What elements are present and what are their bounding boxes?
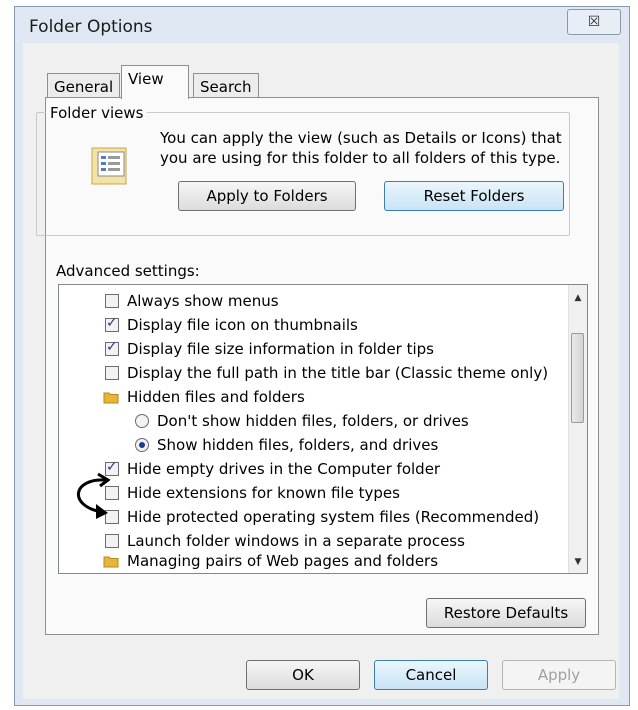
restore-defaults-button[interactable]: Restore Defaults <box>426 598 586 628</box>
list-item-label: Hide extensions for known file types <box>127 484 400 502</box>
window-title: Folder Options <box>29 17 153 37</box>
list-item-file-size-info[interactable]: Display file size information in folder … <box>105 337 434 361</box>
list-item-label: Show hidden files, folders, and drives <box>157 436 439 454</box>
list-item-label: Hide protected operating system files (R… <box>127 508 540 526</box>
folder-details-icon <box>91 147 127 185</box>
list-item-hide-protected-files[interactable]: Hide protected operating system files (R… <box>105 505 539 529</box>
checkbox[interactable] <box>105 294 119 308</box>
close-button[interactable]: ☒ <box>567 9 621 35</box>
list-item-label: Hidden files and folders <box>127 388 305 406</box>
list-item-label: Launch folder windows in a separate proc… <box>127 532 465 550</box>
cancel-button[interactable]: Cancel <box>374 660 488 690</box>
tab-search[interactable]: Search <box>193 73 259 99</box>
apply-button[interactable]: Apply <box>502 660 616 690</box>
list-item-label: Managing pairs of Web pages and folders <box>127 552 439 570</box>
scroll-up-arrow-icon[interactable]: ▲ <box>569 289 587 307</box>
ok-button[interactable]: OK <box>246 660 360 690</box>
advanced-settings-list[interactable]: Always show menus Display file icon on t… <box>58 284 588 574</box>
curved-arrow-annotation-icon <box>77 472 111 519</box>
folder-icon <box>103 392 119 404</box>
checkbox-checked[interactable] <box>105 339 119 356</box>
list-item-label: Hide empty drives in the Computer folder <box>127 460 441 478</box>
list-item-hide-empty-drives[interactable]: Hide empty drives in the Computer folder <box>105 457 440 481</box>
checkbox[interactable] <box>105 534 119 548</box>
list-item-label: Don't show hidden files, folders, or dri… <box>157 412 469 430</box>
vertical-scrollbar[interactable]: ▲ ▼ <box>568 285 587 573</box>
list-item-label: Display file icon on thumbnails <box>127 316 358 334</box>
tab-view[interactable]: View <box>121 65 189 99</box>
scrollbar-thumb[interactable] <box>571 333 584 423</box>
reset-folders-button[interactable]: Reset Folders <box>384 181 564 211</box>
radio-button-selected[interactable] <box>135 438 149 452</box>
list-item-show-hidden[interactable]: Show hidden files, folders, and drives <box>135 433 438 457</box>
apply-to-folders-button[interactable]: Apply to Folders <box>178 181 356 211</box>
checkbox[interactable] <box>105 366 119 380</box>
list-item-label: Display the full path in the title bar (… <box>127 364 549 382</box>
radio-button[interactable] <box>135 414 149 428</box>
list-item-always-show-menus[interactable]: Always show menus <box>105 289 279 313</box>
list-item-dont-show-hidden[interactable]: Don't show hidden files, folders, or dri… <box>135 409 469 433</box>
list-item-label: Display file size information in folder … <box>127 340 435 358</box>
checkbox-checked[interactable] <box>105 315 119 332</box>
list-item-web-pages-folder: Managing pairs of Web pages and folders <box>103 549 438 573</box>
advanced-settings-label: Advanced settings: <box>56 262 200 280</box>
folder-icon <box>103 556 119 568</box>
list-item-hide-extensions[interactable]: Hide extensions for known file types <box>105 481 400 505</box>
tab-general[interactable]: General <box>47 73 121 99</box>
list-item-hidden-files-folder: Hidden files and folders <box>103 385 305 409</box>
list-item-file-icon-thumbnails[interactable]: Display file icon on thumbnails <box>105 313 358 337</box>
list-item-label: Always show menus <box>127 292 279 310</box>
scroll-down-arrow-icon[interactable]: ▼ <box>569 553 587 571</box>
folder-views-description: You can apply the view (such as Details … <box>160 129 562 167</box>
list-item-full-path-title[interactable]: Display the full path in the title bar (… <box>105 361 548 385</box>
folder-views-label: Folder views <box>46 104 148 122</box>
